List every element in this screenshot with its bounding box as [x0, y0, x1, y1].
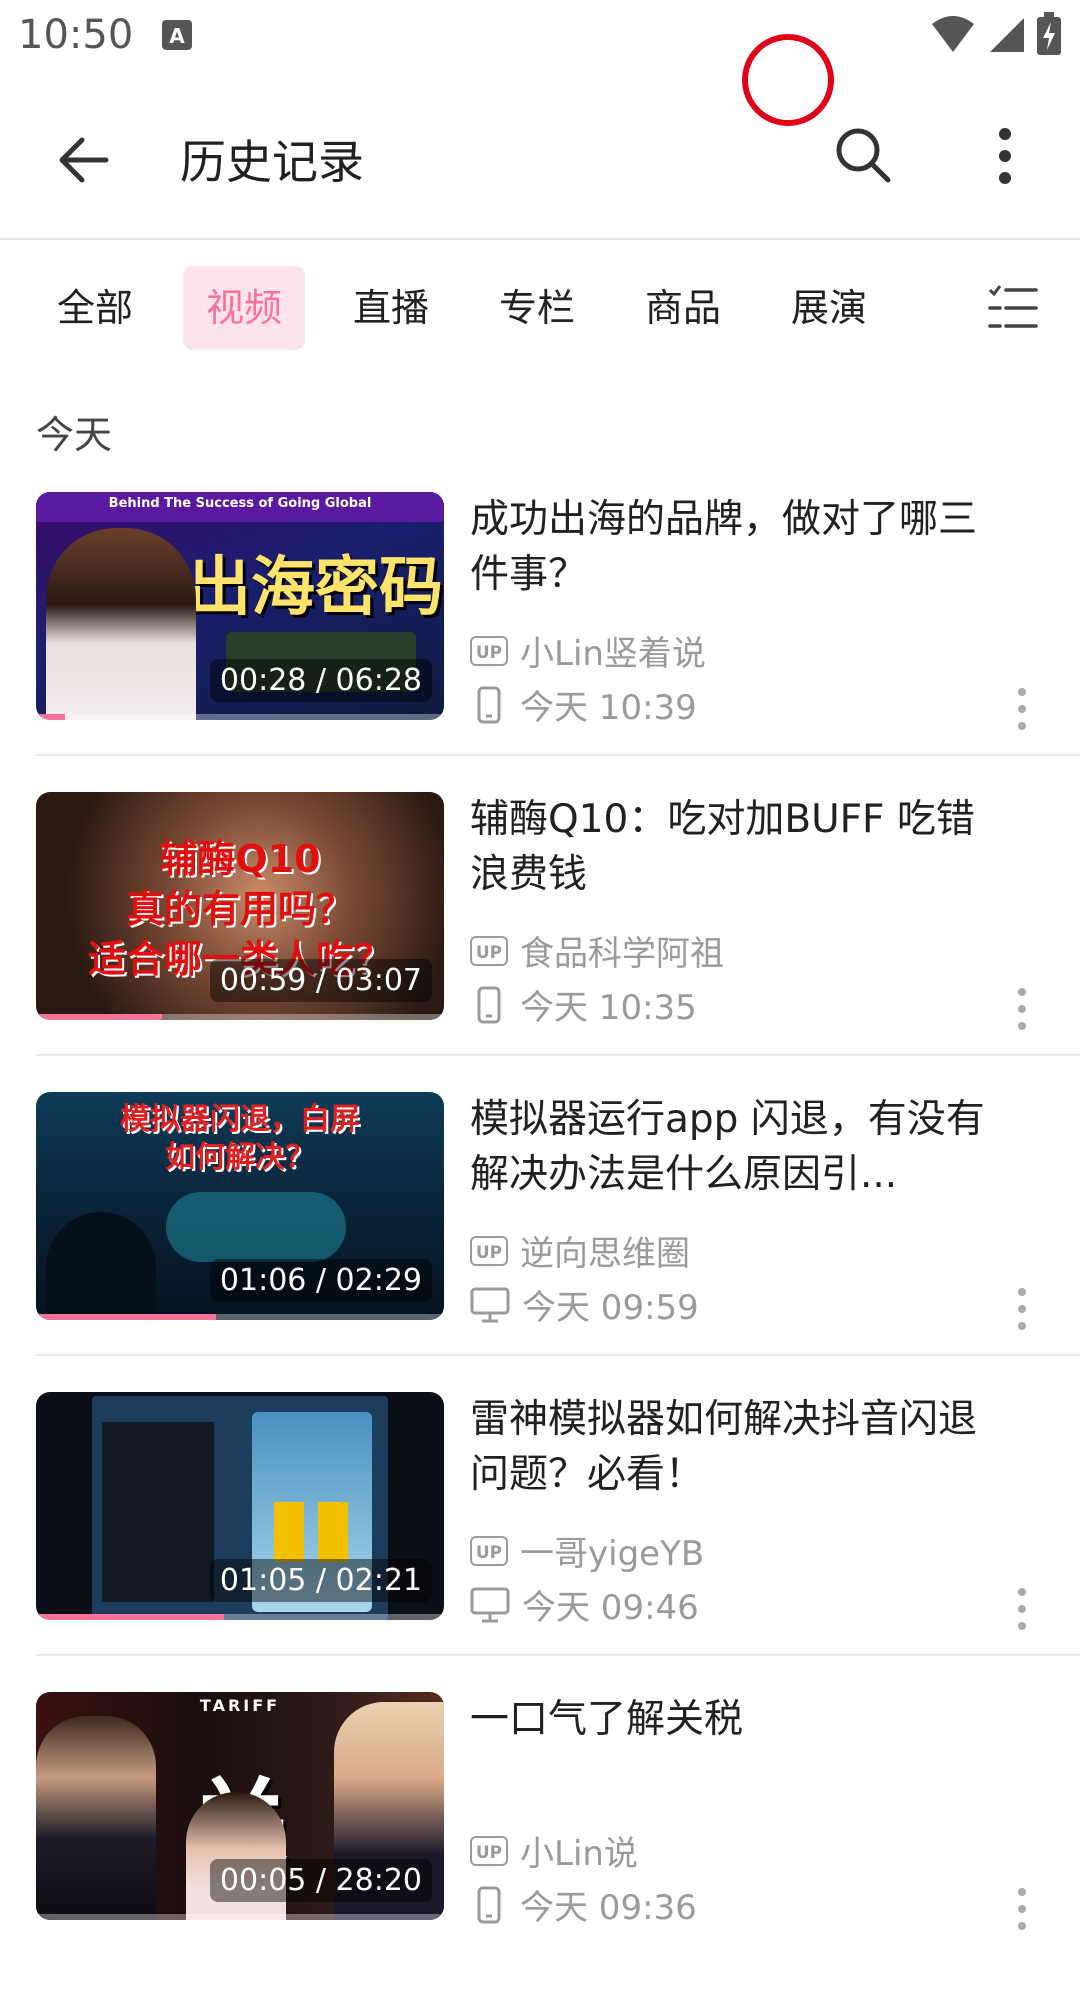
phone-icon [477, 1886, 501, 1923]
thumbnail-caption: 如何解决？ [165, 1140, 315, 1175]
item-more-icon[interactable] [1014, 1286, 1030, 1332]
uploader-row: UP 小Lin竖着说 [470, 626, 706, 675]
divider [36, 1354, 1080, 1356]
watch-progress [36, 1914, 41, 1920]
video-title: 辅酶Q10：吃对加BUFF 吃错浪费钱 [470, 797, 975, 897]
duration-label: 00:59 / 03:07 [209, 959, 432, 1002]
video-title: 成功出海的品牌，做对了哪三件事？ [470, 497, 978, 597]
video-thumbnail[interactable]: 模拟器闪退，白屏 如何解决？ 01:06 / 02:29 [36, 1092, 444, 1320]
up-badge-icon: UP [470, 1235, 508, 1266]
progress-track [36, 714, 444, 720]
watch-time-row: 今天 09:36 [470, 1880, 697, 1929]
status-time: 10:50 [18, 12, 134, 58]
divider [36, 754, 1080, 756]
duration-label: 01:06 / 02:29 [209, 1259, 432, 1302]
page-title: 历史记录 [180, 135, 364, 189]
item-more-icon[interactable] [1014, 986, 1030, 1032]
uploader-row: UP 食品科学阿祖 [470, 926, 724, 975]
uploader-name: 一哥yigeYB [520, 1534, 705, 1574]
watch-time-row: 今天 09:46 [470, 1580, 699, 1629]
uploader-row: UP 逆向思维圈 [470, 1226, 690, 1275]
watch-time-row: 今天 10:39 [470, 680, 697, 729]
video-title: 雷神模拟器如何解决抖音闪退问题？必看！ [470, 1397, 978, 1497]
watch-time-row: 今天 09:59 [470, 1280, 699, 1329]
section-today: 今天 [36, 413, 113, 457]
back-arrow-icon[interactable] [54, 130, 114, 190]
status-bar: 10:50 A [0, 0, 1080, 72]
uploader-name: 逆向思维圈 [520, 1234, 690, 1274]
uploader-name: 小Lin说 [520, 1834, 638, 1874]
video-title: 一口气了解关税 [470, 1697, 744, 1742]
phone-icon [477, 986, 501, 1023]
keyboard-notification-icon: A [162, 20, 192, 50]
up-badge-icon: UP [470, 935, 508, 966]
more-vertical-icon[interactable] [985, 120, 1025, 192]
watch-time: 今天 09:46 [522, 1588, 699, 1628]
history-item[interactable]: TARIFF 关税 00:05 / 28:20 一口气了解关税 UP 小Lin说… [0, 1692, 1080, 1992]
battery-icon [1037, 12, 1061, 55]
progress-track [36, 1914, 444, 1920]
tab-live[interactable]: 直播 [336, 266, 446, 350]
wifi-icon [932, 16, 974, 52]
watch-progress [36, 1014, 163, 1020]
video-thumbnail[interactable]: TARIFF 关税 00:05 / 28:20 [36, 1692, 444, 1920]
video-thumbnail[interactable]: 辅酶Q10 真的有用吗？ 适合哪一类人吃？ 00:59 / 03:07 [36, 792, 444, 1020]
video-thumbnail[interactable]: 01:05 / 02:21 [36, 1392, 444, 1620]
watch-progress [36, 714, 65, 720]
watch-time: 今天 10:35 [520, 988, 697, 1028]
up-badge-icon: UP [470, 635, 508, 666]
history-item[interactable]: 辅酶Q10 真的有用吗？ 适合哪一类人吃？ 00:59 / 03:07 辅酶Q1… [0, 792, 1080, 1092]
watch-time: 今天 09:59 [522, 1288, 699, 1328]
status-icons [930, 12, 1062, 56]
watch-progress [36, 1614, 224, 1620]
category-tabs: 全部 视频 直播 专栏 商品 展演 [0, 240, 1080, 370]
tab-show[interactable]: 展演 [774, 266, 884, 350]
monitor-icon [470, 1587, 510, 1622]
uploader-row: UP 一哥yigeYB [470, 1526, 704, 1575]
duration-label: 00:05 / 28:20 [209, 1859, 432, 1902]
history-item[interactable]: 模拟器闪退，白屏 如何解决？ 01:06 / 02:29 模拟器运行app 闪退… [0, 1092, 1080, 1392]
search-icon[interactable] [830, 122, 894, 186]
tab-video[interactable]: 视频 [183, 266, 305, 350]
tab-column[interactable]: 专栏 [482, 266, 592, 350]
video-thumbnail[interactable]: Behind The Success of Going Global 出海密码 … [36, 492, 444, 720]
uploader-name: 食品科学阿祖 [520, 934, 724, 974]
thumbnail-caption: 辅酶Q10 [159, 837, 321, 881]
history-item[interactable]: Behind The Success of Going Global 出海密码 … [0, 492, 1080, 792]
divider [36, 1054, 1080, 1056]
duration-label: 01:05 / 02:21 [209, 1559, 432, 1602]
monitor-icon [470, 1287, 510, 1322]
duration-label: 00:28 / 06:28 [209, 659, 432, 702]
watch-progress [36, 1314, 216, 1320]
item-more-icon[interactable] [1014, 1586, 1030, 1632]
up-badge-icon: UP [470, 1535, 508, 1566]
checklist-icon[interactable] [986, 282, 1038, 334]
uploader-row: UP 小Lin说 [470, 1826, 638, 1875]
thumbnail-caption: 真的有用吗？ [125, 887, 354, 931]
history-item[interactable]: 01:05 / 02:21 雷神模拟器如何解决抖音闪退问题？必看！ UP 一哥y… [0, 1392, 1080, 1692]
divider [36, 1654, 1080, 1656]
up-badge-icon: UP [470, 1835, 508, 1866]
video-title: 模拟器运行app 闪退，有没有解决办法是什么原因引... [470, 1097, 985, 1197]
tab-goods[interactable]: 商品 [628, 266, 738, 350]
item-more-icon[interactable] [1014, 1886, 1030, 1932]
watch-time: 今天 10:39 [520, 688, 697, 728]
svg-text:A: A [169, 24, 185, 48]
watch-time: 今天 09:36 [520, 1888, 697, 1928]
app-bar: 历史记录 [0, 72, 1080, 240]
thumbnail-caption: Behind The Success of Going Global [108, 496, 372, 511]
item-more-icon[interactable] [1014, 686, 1030, 732]
tab-all[interactable]: 全部 [40, 266, 150, 350]
watch-time-row: 今天 10:35 [470, 980, 697, 1029]
signal-icon [990, 18, 1024, 52]
uploader-name: 小Lin竖着说 [520, 634, 706, 674]
phone-icon [477, 686, 501, 723]
thumbnail-caption: 出海密码 [187, 551, 443, 625]
